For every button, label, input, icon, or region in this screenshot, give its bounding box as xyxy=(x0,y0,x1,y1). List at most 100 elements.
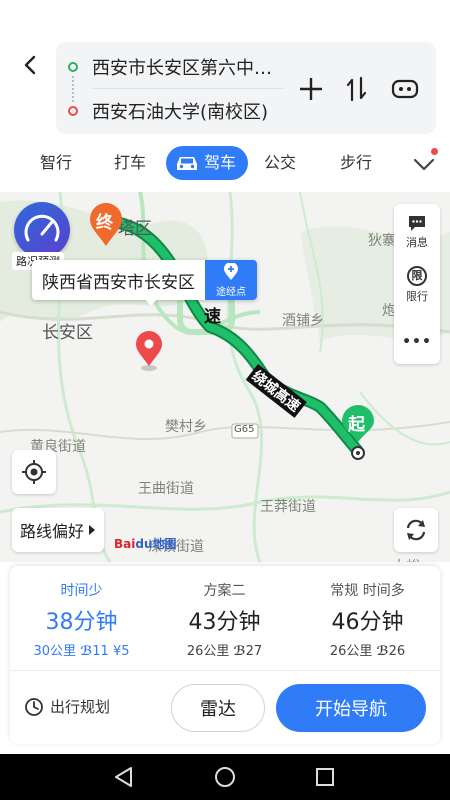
system-navigation-bar xyxy=(0,754,450,800)
map-view[interactable]: 塔区 长安区 酒铺乡 樊村乡 黄良街道 王曲街道 王莽街道 滦镇街道 狄寨 炮 … xyxy=(0,192,450,562)
route-header: 西安市长安区第六中… 西安石油大学(南校区) 智行 打车 驾车 公交 步行 xyxy=(0,0,450,192)
location-tooltip-text: 陕西省西安市长安区 xyxy=(42,272,195,293)
location-pin-icon xyxy=(136,331,162,371)
map-label-district: 长安区 xyxy=(42,323,93,343)
more-options-button[interactable] xyxy=(390,74,420,104)
location-marker[interactable] xyxy=(134,330,164,372)
transport-mode-tabs: 智行 打车 驾车 公交 步行 xyxy=(0,146,450,184)
baidu-logo-map: 地图 xyxy=(152,537,177,551)
recents-square-icon[interactable] xyxy=(314,766,336,788)
side-more-button[interactable]: ••• xyxy=(394,334,440,350)
map-label-town2: 樊村乡 xyxy=(165,419,207,435)
swap-icon xyxy=(346,76,367,102)
clock-icon xyxy=(25,697,43,716)
restriction-icon: 限 xyxy=(407,266,427,286)
trip-planning-label: 出行规划 xyxy=(50,698,111,716)
notification-dot xyxy=(431,148,438,155)
route-input-box: 西安市长安区第六中… 西安石油大学(南校区) xyxy=(56,42,436,134)
plan-lights: 11 xyxy=(92,644,109,659)
plan-meta: 26公里 ℬ27 xyxy=(153,640,296,659)
tab-bus[interactable]: 公交 xyxy=(264,146,296,180)
start-navigation-button[interactable]: 开始导航 xyxy=(276,684,426,732)
refresh-route-button[interactable] xyxy=(394,508,438,552)
end-marker-text: 终 xyxy=(96,213,113,233)
more-icon xyxy=(391,79,419,99)
caret-right-icon xyxy=(89,525,95,535)
tab-smart[interactable]: 智行 xyxy=(40,146,72,180)
end-dot-icon xyxy=(68,106,78,116)
plan-distance: 26公里 xyxy=(329,644,373,659)
end-marker[interactable]: 终 xyxy=(88,202,124,248)
map-label-town5: 大峪 xyxy=(392,556,420,562)
traffic-light-icon: ℬ xyxy=(80,644,93,659)
traffic-light-icon: ℬ xyxy=(376,644,389,659)
plan-tag: 时间少 xyxy=(60,583,103,599)
route-plan-1[interactable]: 时间少 38分钟 30公里 ⁫ℬ11 ¥5 xyxy=(10,580,153,659)
back-button[interactable] xyxy=(14,48,48,82)
tab-taxi[interactable]: 打车 xyxy=(114,146,146,180)
restriction-button[interactable]: 限 限行 xyxy=(394,266,440,304)
location-tooltip[interactable]: 陕西省西安市长安区 途经点 xyxy=(32,260,257,306)
plan-lights: 27 xyxy=(245,644,263,659)
refresh-icon xyxy=(406,519,426,541)
start-dot-icon xyxy=(68,62,78,72)
locate-me-button[interactable] xyxy=(12,450,56,494)
plan-time: 46分钟 xyxy=(331,610,404,635)
destination-field[interactable]: 西安石油大学(南校区) xyxy=(92,98,268,124)
route-preference-label: 路线偏好 xyxy=(19,522,84,541)
map-label-town1: 酒铺乡 xyxy=(282,313,324,329)
crosshair-icon xyxy=(22,460,46,484)
plan-time: 38分钟 xyxy=(45,610,118,635)
tab-drive[interactable]: 驾车 xyxy=(166,146,249,180)
waypoint-pin-icon xyxy=(224,262,238,280)
route-preference-button[interactable]: 路线偏好 xyxy=(12,508,104,552)
home-circle-icon[interactable] xyxy=(214,766,236,788)
map-label-road: G65 xyxy=(234,424,255,435)
plan-lights: 26 xyxy=(388,644,406,659)
route-plan-3[interactable]: 常规 时间多 46分钟 26公里 ℬ26 xyxy=(296,580,439,659)
map-label-highway-a: 速 xyxy=(204,307,221,327)
message-button[interactable]: 消息 xyxy=(394,214,440,250)
add-waypoint-map-button[interactable]: 途经点 xyxy=(205,260,257,300)
tab-drive-label: 驾车 xyxy=(204,153,237,172)
back-triangle-icon[interactable] xyxy=(113,766,135,788)
message-icon xyxy=(409,216,425,231)
traffic-light-icon: ℬ xyxy=(233,644,246,659)
traffic-forecast-button[interactable] xyxy=(14,202,70,258)
map-label-street2: 王曲街道 xyxy=(138,481,194,497)
route-plans-card: 时间少 38分钟 30公里 ⁫ℬ11 ¥5 方案二 43分钟 26公里 ℬ27 … xyxy=(10,566,440,744)
swap-route-button[interactable] xyxy=(342,74,372,104)
plan-cost: ¥5 xyxy=(112,644,130,659)
start-marker-text: 起 xyxy=(348,415,365,435)
car-icon xyxy=(177,157,197,170)
route-dots-icon xyxy=(72,76,74,102)
back-arrow-icon xyxy=(24,55,36,75)
tab-walk[interactable]: 步行 xyxy=(340,146,372,180)
plan-meta: 26公里 ℬ26 xyxy=(296,640,439,659)
plan-tag: 方案二 xyxy=(203,583,246,599)
baidu-map-logo: Baidu地图 xyxy=(114,535,177,552)
map-label-street3: 王莽街道 xyxy=(260,499,316,515)
plan-distance: 30公里 xyxy=(33,644,77,659)
plan-time: 43分钟 xyxy=(188,610,261,635)
trip-planning-button[interactable]: 出行规划 xyxy=(24,696,110,717)
map-label-town3: 狄寨 xyxy=(368,233,396,249)
waypoint-label: 途经点 xyxy=(216,286,246,298)
route-plan-2[interactable]: 方案二 43分钟 26公里 ℬ27 xyxy=(153,580,296,659)
add-waypoint-button[interactable] xyxy=(296,74,326,104)
start-marker[interactable]: 起 xyxy=(340,404,376,460)
tooltip-arrow xyxy=(144,298,158,306)
map-side-panel: 消息 限 限行 ••• xyxy=(394,204,440,364)
plan-meta: 30公里 ⁫ℬ11 ¥5 xyxy=(10,640,153,659)
plan-distance: 26公里 xyxy=(186,644,230,659)
route-divider xyxy=(92,88,284,89)
plus-icon xyxy=(300,78,322,100)
plan-tag: 常规 时间多 xyxy=(330,583,405,599)
restriction-label: 限行 xyxy=(406,290,428,303)
baidu-logo-bai: Bai xyxy=(114,537,136,551)
speedometer-icon xyxy=(24,214,60,242)
card-divider xyxy=(10,670,440,671)
origin-field[interactable]: 西安市长安区第六中… xyxy=(92,54,272,80)
radar-button[interactable]: 雷达 xyxy=(171,684,265,732)
message-label: 消息 xyxy=(406,236,428,249)
